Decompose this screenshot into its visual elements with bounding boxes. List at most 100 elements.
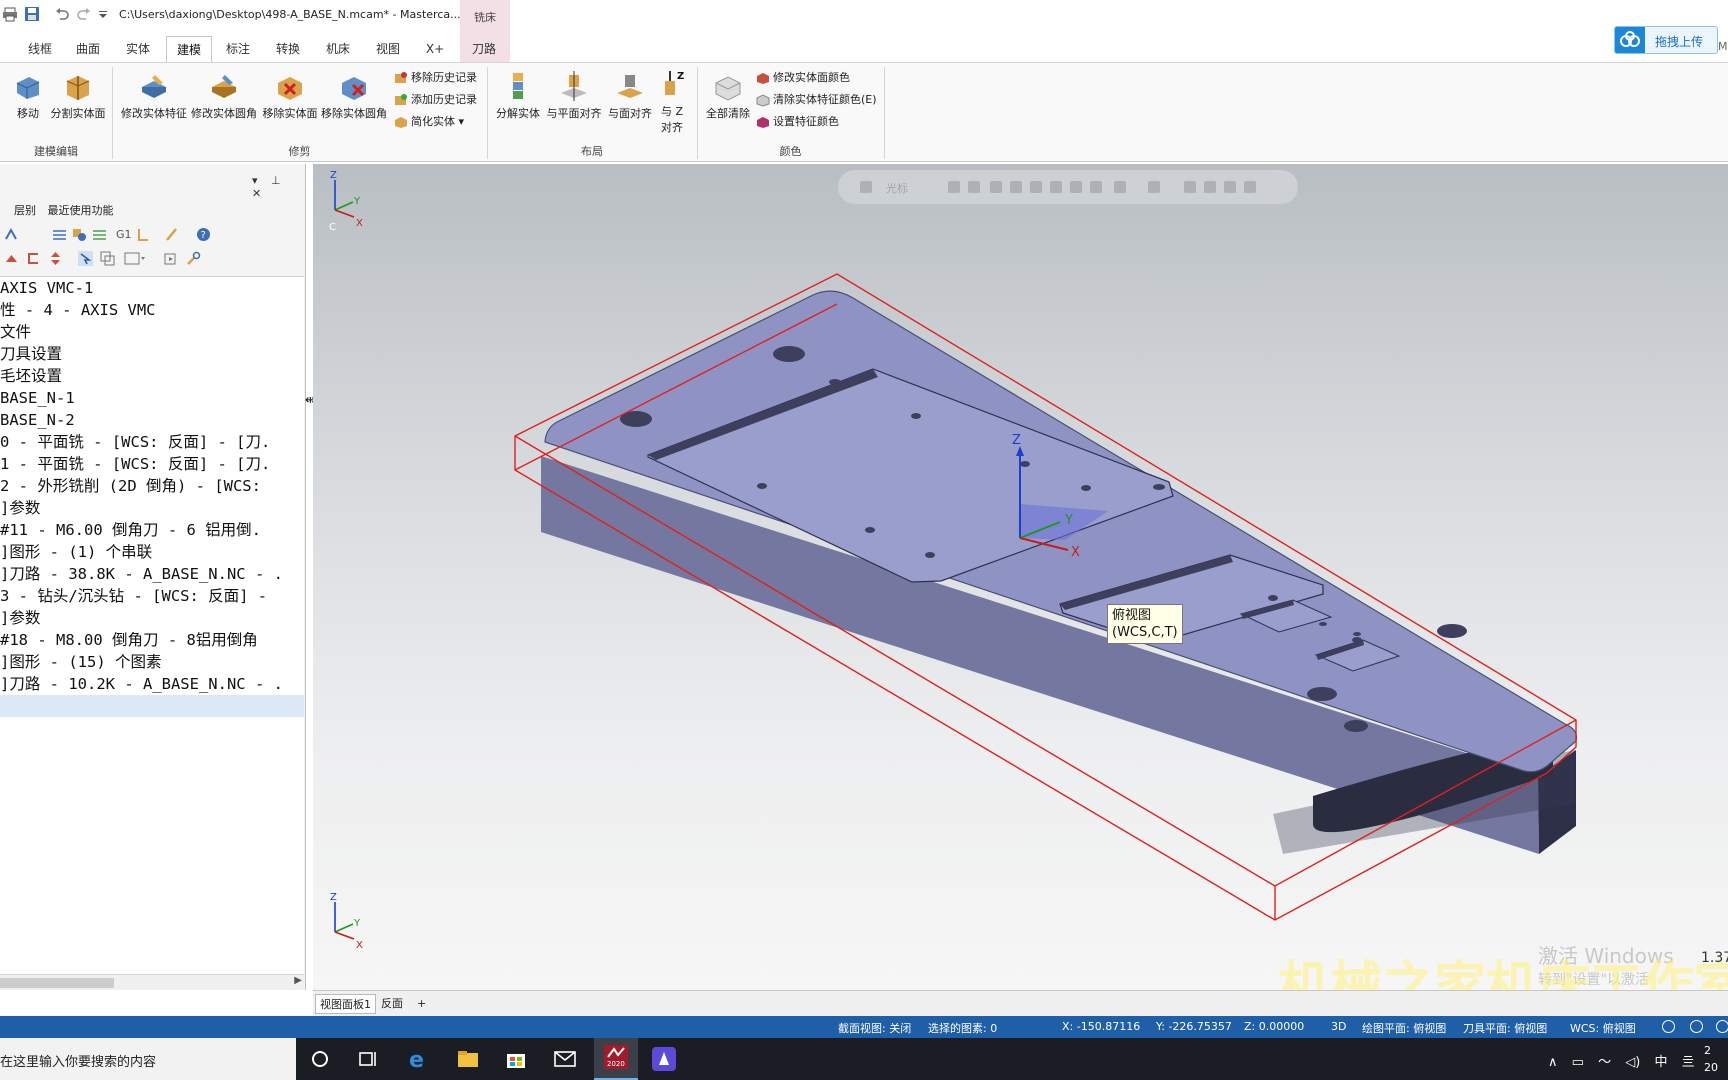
move-up-icon[interactable] (4, 251, 19, 266)
panel-menu-dropdown-icon[interactable]: ▾ (252, 174, 258, 187)
tree-item[interactable]: 1 - 平面铣 - [WCS: 反面] - [刀. (0, 453, 304, 475)
redo-icon[interactable] (76, 6, 92, 22)
tray-expand-icon[interactable]: ∧ (1548, 1055, 1558, 1070)
store-icon[interactable] (504, 1047, 528, 1071)
draw-plane-status[interactable]: 绘图平面: 俯视图 (1362, 1020, 1446, 1036)
file-explorer-icon[interactable] (456, 1047, 480, 1071)
display-options-icon[interactable] (124, 251, 146, 266)
move-updown-icon[interactable] (48, 251, 63, 266)
globe-icon[interactable] (1662, 1020, 1675, 1033)
post-icon[interactable] (136, 227, 151, 242)
align-to-plane-button[interactable]: 与平面对齐 (544, 71, 604, 121)
modify-fillet-button[interactable]: 修改实体圆角 (190, 71, 258, 121)
scroll-right-icon[interactable]: ▶ (294, 975, 302, 986)
tab-surface[interactable]: 曲面 (70, 36, 106, 62)
move-button[interactable]: 移动 (6, 71, 50, 121)
view-tab-sheet-1[interactable]: 视图面板1 (315, 994, 376, 1014)
task-view-icon[interactable] (356, 1047, 380, 1071)
customize-dropdown-icon[interactable] (98, 6, 108, 22)
tree-item[interactable]: 刀具设置 (0, 343, 304, 365)
select-all-ops-icon[interactable] (4, 227, 19, 242)
mail-icon[interactable] (553, 1047, 577, 1071)
clear-feature-color-button[interactable]: 清除实体特征颜色(E) (756, 91, 877, 109)
tab-machine[interactable]: 机床 (320, 36, 356, 62)
tree-item[interactable]: #18 - M8.00 倒角刀 - 8铝用倒角 (0, 629, 304, 651)
add-view-tab-button[interactable]: + (413, 994, 430, 1014)
operations-tree[interactable]: AXIS VMC-1 性 - 4 - AXIS VMC 文件 刀具设置 毛坯设置… (0, 276, 304, 976)
regenerate-dirty-icon[interactable] (72, 227, 87, 242)
regenerate-icon[interactable] (52, 227, 67, 242)
align-to-z-button[interactable]: Z 与 Z 对齐 (656, 69, 688, 135)
align-to-face-button[interactable]: 与面对齐 (604, 71, 656, 121)
toggle-display-icon[interactable] (100, 251, 115, 266)
panel-menu-layers[interactable]: 层别 (14, 204, 36, 217)
add-history-button[interactable]: 添加历史记录 (394, 91, 477, 109)
high-feed-icon[interactable] (164, 227, 179, 242)
mode-3d-toggle[interactable]: 3D (1331, 1020, 1346, 1033)
print-icon[interactable] (2, 6, 18, 22)
tab-model-prep[interactable]: 建模 (166, 36, 212, 62)
wcs-status[interactable]: WCS: 俯视图 (1570, 1020, 1636, 1036)
tree-item[interactable]: 毛坯设置 (0, 365, 304, 387)
ime-mode-icon[interactable]: 亖 (1682, 1055, 1695, 1070)
tree-item[interactable]: BASE_N-2 (0, 409, 304, 431)
taskbar-clock[interactable]: 2 20 (1704, 1042, 1718, 1076)
tree-item[interactable]: 2 - 外形铣削 (2D 倒角) - [WCS: (0, 475, 304, 497)
view-tab-back[interactable]: 反面 (377, 994, 407, 1014)
remove-fillet-button[interactable]: 移除实体圆角 (320, 71, 388, 121)
scrollbar-thumb[interactable] (0, 978, 114, 988)
view-cube-icon[interactable] (1690, 1020, 1703, 1033)
tree-item[interactable]: AXIS VMC-1 (0, 277, 304, 299)
clear-all-colors-button[interactable]: 全部清除 (702, 71, 754, 121)
panel-menu-recent[interactable]: 最近使用功能 (48, 204, 114, 217)
set-feature-color-button[interactable]: 设置特征颜色 (756, 113, 839, 131)
tool-plane-status[interactable]: 刀具平面: 俯视图 (1463, 1020, 1547, 1036)
simulate-icon[interactable] (164, 251, 179, 266)
tree-item[interactable]: 性 - 4 - AXIS VMC (0, 299, 304, 321)
taskbar-search-box[interactable]: 在这里输入你要搜索的内容 (0, 1038, 296, 1080)
show-selected-icon[interactable] (78, 251, 93, 266)
decompose-solid-button[interactable]: 分解实体 (492, 71, 544, 121)
selected-count-status[interactable]: 选择的图素: 0 (928, 1020, 997, 1036)
tree-item[interactable]: BASE_N-1 (0, 387, 304, 409)
wifi-icon[interactable]: 〜 (1598, 1055, 1611, 1070)
tab-view[interactable]: 视图 (370, 36, 406, 62)
tab-drafting[interactable]: 标注 (220, 36, 256, 62)
cortana-icon[interactable] (308, 1047, 332, 1071)
g1-label[interactable]: G1 (116, 228, 132, 241)
tree-item[interactable]: ]刀路 - 10.2K - A_BASE_N.NC - . (0, 673, 304, 695)
remove-history-button[interactable]: 移除历史记录 (394, 69, 477, 87)
split-face-button[interactable]: 分割实体面 (50, 71, 106, 121)
battery-icon[interactable]: ▭ (1572, 1055, 1584, 1070)
tab-transform[interactable]: 转换 (270, 36, 306, 62)
section-view-status[interactable]: 截面视图: 关闭 (838, 1020, 911, 1036)
tree-item[interactable]: 0 - 平面铣 - [WCS: 反面] - [刀. (0, 431, 304, 453)
mastercam-taskbar-button[interactable]: 2020 (594, 1038, 638, 1080)
tab-wireframe[interactable]: 线框 (22, 36, 58, 62)
close-icon[interactable]: ✕ (252, 187, 261, 200)
y-coordinate[interactable]: Y: -226.75357 (1156, 1020, 1232, 1033)
tab-toolpaths[interactable]: 刀路 (464, 36, 504, 62)
pin-icon[interactable]: ⊥ (271, 174, 281, 187)
tree-item[interactable]: 文件 (0, 321, 304, 343)
x-coordinate[interactable]: X: -150.87116 (1062, 1020, 1140, 1033)
wrench-icon[interactable] (186, 251, 201, 266)
ime-language-indicator[interactable]: 中 (1654, 1055, 1667, 1070)
volume-icon[interactable]: ◁) (1625, 1055, 1640, 1070)
tree-item-insert-point[interactable] (0, 695, 304, 717)
tree-item[interactable]: ]图形 - (1) 个串联 (0, 541, 304, 563)
modify-face-color-button[interactable]: 修改实体面颜色 (756, 69, 850, 87)
settings-icon[interactable] (1716, 1020, 1728, 1033)
graphics-viewport[interactable]: 光标 Z Y X C Z Y X Z Y X 俯视图 (WCS,C,T) 激活 … (313, 164, 1728, 990)
simplify-solid-button[interactable]: 简化实体 ▾ (394, 113, 464, 131)
modify-feature-button[interactable]: 修改实体特征 (120, 71, 188, 121)
tree-item[interactable]: ]参数 (0, 497, 304, 519)
edge-browser-icon[interactable]: e (406, 1047, 430, 1071)
app-launcher-icon[interactable] (652, 1047, 676, 1071)
tree-item[interactable]: 3 - 钻头/沉头钻 - [WCS: 反面] - (0, 585, 304, 607)
help-icon[interactable]: ? (196, 227, 211, 242)
z-coordinate[interactable]: Z: 0.00000 (1244, 1020, 1304, 1033)
insert-arrow-icon[interactable] (26, 251, 41, 266)
tree-item[interactable]: ]参数 (0, 607, 304, 629)
remove-face-button[interactable]: 移除实体面 (260, 71, 320, 121)
